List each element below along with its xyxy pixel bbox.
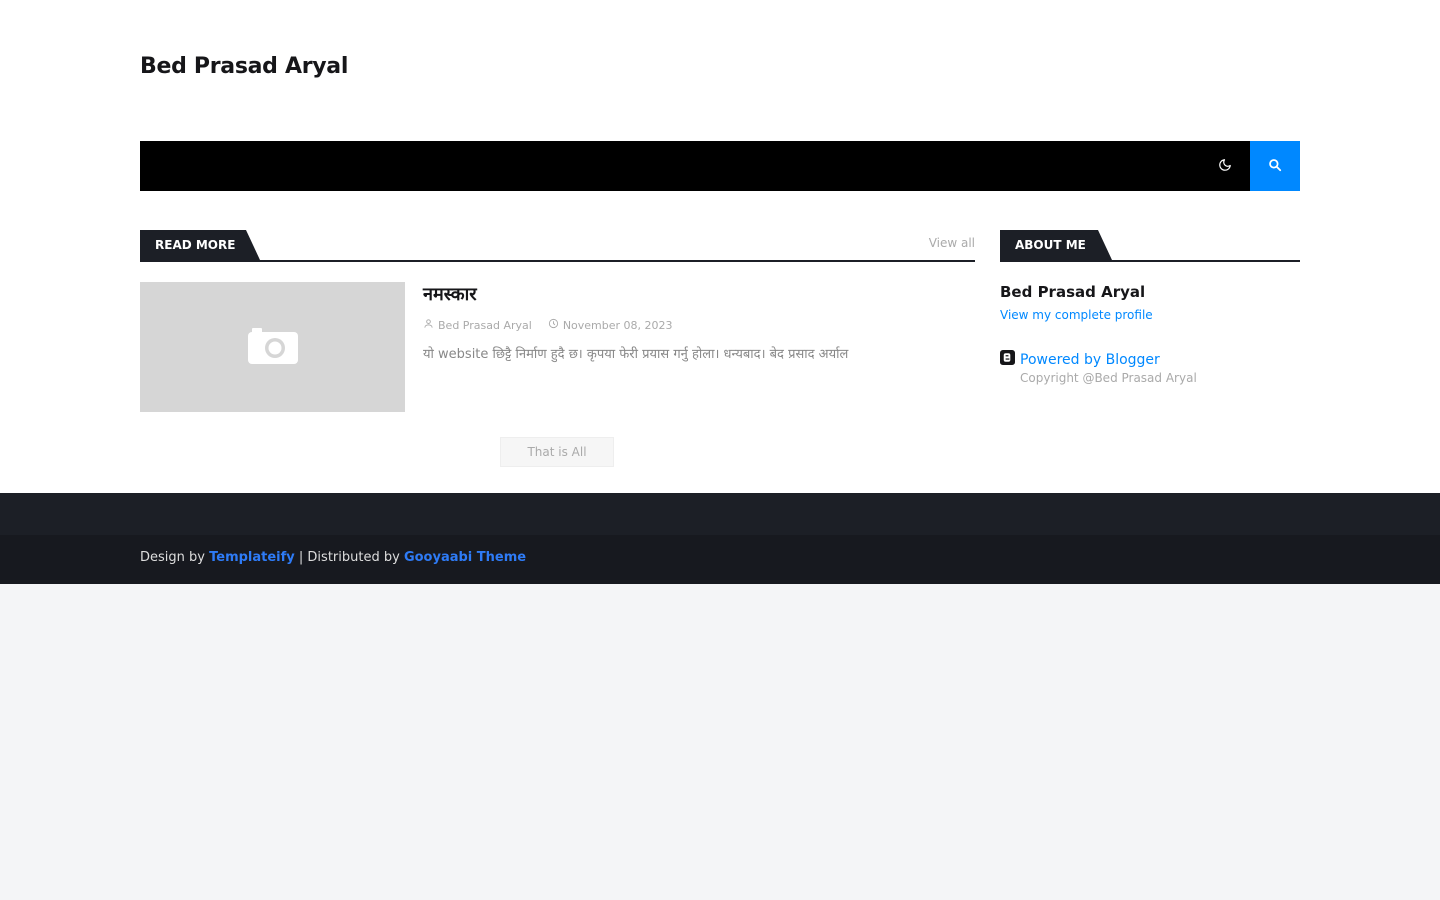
post-author[interactable]: Bed Prasad Aryal: [438, 319, 532, 332]
profile-name[interactable]: Bed Prasad Aryal: [1000, 283, 1145, 301]
design-by-prefix: Design by: [140, 550, 205, 565]
user-icon: [423, 318, 434, 332]
view-profile-link[interactable]: View my complete profile: [1000, 308, 1153, 322]
view-all-link[interactable]: View all: [929, 236, 975, 250]
footer-top: [0, 493, 1440, 535]
gooyaabi-link[interactable]: Gooyaabi Theme: [404, 550, 526, 565]
post-date: November 08, 2023: [562, 318, 673, 332]
section-title: Read More: [140, 230, 260, 260]
post-thumbnail[interactable]: [140, 282, 405, 412]
camera-icon: [247, 326, 298, 368]
sidebar-section-title: About Me: [1000, 230, 1112, 260]
dark-mode-toggle[interactable]: [1200, 141, 1250, 191]
powered-by-label[interactable]: Powered by Blogger: [1020, 352, 1160, 368]
sidebar-section-header: About Me: [1000, 230, 1300, 262]
search-icon: [1268, 157, 1282, 176]
navbar: [140, 141, 1300, 191]
distributed-prefix: | Distributed by: [298, 550, 400, 565]
post-meta: Bed Prasad Aryal November 08, 2023: [423, 318, 673, 332]
post-snippet: यो website छिट्टै निर्माण हुदै छ। कृपया …: [423, 347, 849, 362]
post-title[interactable]: नमस्कार: [423, 282, 477, 306]
templateify-link[interactable]: Templateify: [209, 550, 295, 565]
search-button[interactable]: [1250, 141, 1300, 191]
site-title[interactable]: Bed Prasad Aryal: [140, 54, 348, 79]
main-section-header: Read More View all: [140, 230, 975, 262]
powered-by-blogger[interactable]: Powered by Blogger: [1000, 350, 1160, 369]
footer-credit: Design by Templateify | Distributed by G…: [140, 550, 526, 565]
copyright-text: Copyright @Bed Prasad Aryal: [1020, 371, 1197, 385]
blogger-icon: [1000, 350, 1015, 369]
clock-icon: [548, 318, 559, 332]
that-is-all-label: That is All: [500, 437, 614, 467]
moon-icon: [1218, 157, 1232, 176]
